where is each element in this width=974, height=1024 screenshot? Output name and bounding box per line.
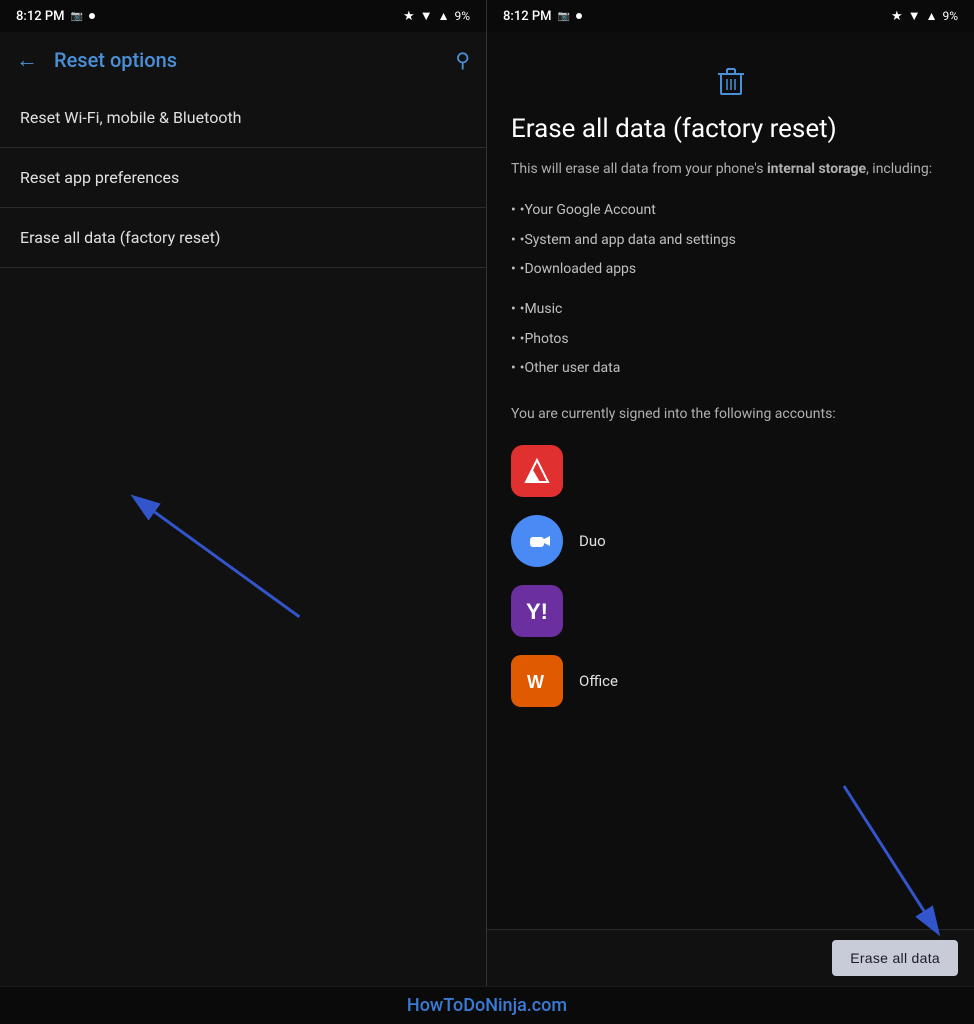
desc-prefix: This will erase all data from your phone…: [511, 161, 767, 177]
watermark: HowToDoNinja.com: [0, 986, 974, 1024]
duo-app-icon: [511, 515, 563, 567]
right-bluetooth-icon: ★: [891, 9, 903, 24]
bullet-item-music: •Music: [511, 295, 950, 325]
left-status-time: 8:12 PM 📷: [16, 9, 95, 24]
account-adobe: [511, 445, 950, 497]
left-panel: 8:12 PM 📷 ★ ▼ ▲ 9% ← Reset options ⚲ Res…: [0, 0, 487, 986]
trash-icon-container: [511, 62, 950, 98]
office-label: Office: [579, 672, 618, 690]
right-wifi-icon: ▼: [908, 8, 921, 24]
right-battery-text: 9%: [942, 9, 958, 23]
right-status-icons: ★ ▼ ▲ 9%: [891, 8, 958, 24]
signal-icon: ▲: [438, 9, 450, 23]
back-button[interactable]: ←: [16, 47, 38, 73]
right-panel-body: Erase all data (factory reset) This will…: [487, 32, 974, 986]
right-panel: 8:12 PM 📷 ★ ▼ ▲ 9%: [487, 0, 974, 986]
right-signal-icon: ▲: [926, 9, 938, 23]
wifi-icon: ▼: [420, 8, 433, 24]
bluetooth-icon: ★: [403, 9, 415, 24]
office-app-icon: W: [511, 655, 563, 707]
bullet-list: •Your Google Account •System and app dat…: [511, 196, 950, 384]
page-title: Reset options: [54, 48, 439, 72]
battery-text: 9%: [454, 9, 470, 23]
account-office: W Office: [511, 655, 950, 707]
right-status-time: 8:12 PM 📷: [503, 9, 582, 24]
bottom-bar: Erase all data: [487, 929, 974, 986]
right-status-dot: [576, 13, 582, 19]
account-yahoo: Y!: [511, 585, 950, 637]
left-status-icons: ★ ▼ ▲ 9%: [403, 8, 470, 24]
erase-title: Erase all data (factory reset): [511, 114, 950, 145]
desc-suffix: , including:: [866, 161, 932, 177]
bullet-item-google: •Your Google Account: [511, 196, 950, 226]
menu-item-app-prefs[interactable]: Reset app preferences: [0, 148, 486, 208]
right-status-bar: 8:12 PM 📷 ★ ▼ ▲ 9%: [487, 0, 974, 32]
menu-item-factory-reset[interactable]: Erase all data (factory reset): [0, 208, 486, 268]
bullet-item-apps: •Downloaded apps: [511, 255, 950, 285]
menu-item-wifi-reset[interactable]: Reset Wi-Fi, mobile & Bluetooth: [0, 88, 486, 148]
menu-list: Reset Wi-Fi, mobile & Bluetooth Reset ap…: [0, 88, 486, 986]
account-duo: Duo: [511, 515, 950, 567]
yahoo-app-icon: Y!: [511, 585, 563, 637]
erase-description: This will erase all data from your phone…: [511, 159, 950, 180]
svg-text:W: W: [527, 672, 544, 692]
erase-all-button[interactable]: Erase all data: [832, 940, 958, 976]
trash-icon: [713, 62, 749, 98]
search-button[interactable]: ⚲: [455, 48, 470, 72]
adobe-icon: [511, 445, 563, 497]
status-dot: [89, 13, 95, 19]
erase-content: Erase all data (factory reset) This will…: [487, 32, 974, 929]
svg-text:Y!: Y!: [526, 599, 548, 624]
bullet-item-userdata: •Other user data: [511, 354, 950, 384]
accounts-text: You are currently signed into the follow…: [511, 404, 950, 425]
left-app-bar: ← Reset options ⚲: [0, 32, 486, 88]
camera-icon: 📷: [71, 11, 83, 22]
watermark-text: HowToDoNinja.com: [407, 995, 567, 1016]
right-camera-icon: 📷: [558, 11, 570, 22]
bullet-item-photos: •Photos: [511, 325, 950, 355]
desc-bold: internal storage: [767, 161, 866, 177]
duo-label: Duo: [579, 532, 606, 550]
left-status-bar: 8:12 PM 📷 ★ ▼ ▲ 9%: [0, 0, 486, 32]
bullet-item-system: •System and app data and settings: [511, 226, 950, 256]
